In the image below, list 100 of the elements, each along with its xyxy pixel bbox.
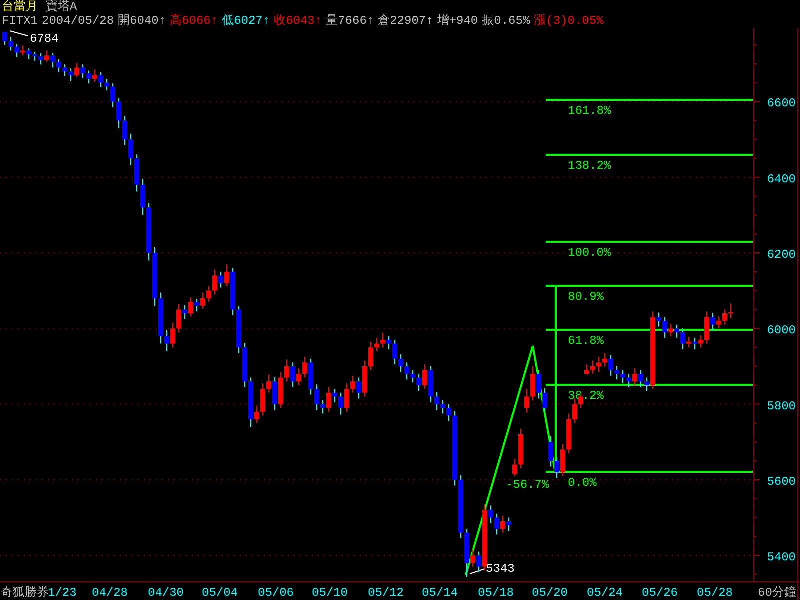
candlestick [254,406,260,424]
date-axis-label: 05/06 [258,586,294,600]
candlestick [572,398,578,424]
candlestick [602,352,608,367]
date-axis-label: 05/20 [532,586,568,600]
fibonacci-label: 138.2% [568,159,612,173]
candlestick [56,58,62,73]
candlestick [44,50,50,63]
candlestick [614,366,620,380]
quote-field: 高6066↑ [170,14,218,28]
candlestick [698,334,704,348]
candlestick [326,386,332,412]
candlestick [590,360,596,375]
candlestick [98,72,104,88]
candlestick [266,374,272,394]
candlestick [656,312,662,328]
candlestick [2,32,8,46]
candlestick [680,328,686,350]
candlestick [416,374,422,392]
date-axis-label: 05/12 [368,586,404,600]
candlestick [686,336,692,348]
candlestick [116,97,122,129]
candlestick [80,64,86,79]
candlestick [338,392,344,416]
candlestick [26,48,32,60]
high-price-label: 6784 [30,32,59,46]
candlestick [194,298,200,312]
candlestick [542,388,548,412]
candlestick [704,311,710,344]
candlestick [434,392,440,410]
price-axis-label: 5800 [767,399,796,414]
candlestick [626,374,632,388]
candlestick [710,313,716,332]
candlestick [350,375,356,394]
candlestick [386,336,392,350]
candlestick [206,286,212,303]
candlestick [632,368,638,386]
candlestick [392,339,398,366]
candlestick [620,370,626,384]
candlestick [560,443,566,477]
candlestick [668,324,674,337]
candlestick [488,505,494,524]
fibonacci-label: 80.9% [568,290,604,304]
candlestick [608,354,614,376]
candlestick [494,513,500,536]
candlestick [164,330,170,352]
candlestick [674,324,680,339]
candlestick [476,551,482,574]
candlestick [62,64,68,77]
candlestick [344,382,350,412]
candlestick [512,458,518,477]
quote-field: 振0.65% [482,14,530,28]
candlestick [380,332,386,348]
candlestick [374,338,380,352]
candlestick [74,62,80,78]
candlestick [218,271,224,288]
quote-field: 低6027↑ [222,14,270,28]
candlestick [224,264,230,287]
candlestick [530,366,536,401]
candlestick [524,388,530,414]
price-axis-label: 5600 [767,474,796,489]
candlestick [548,436,554,468]
low-price-label: 5343 [486,562,515,576]
date-axis-label: 05/28 [697,586,734,600]
candlestick [176,304,182,333]
candlestick [638,370,644,388]
candlestick [50,52,56,68]
candlestick [500,515,506,534]
leader-line [10,30,28,36]
candlestick [422,364,428,390]
candlestick [20,45,26,56]
period-label: 60分鐘 [758,586,796,600]
candlestick [68,68,74,82]
candlestick [38,52,44,66]
candlestick [506,517,512,532]
candlestick [296,368,302,386]
price-axis-label: 6400 [767,172,796,186]
contract-title: 台當月 [2,0,38,14]
candlestick [446,404,452,422]
price-axis-label: 5400 [767,550,796,565]
candlestick [86,70,92,84]
date-axis-label: 05/14 [422,586,458,600]
candlestick [692,338,698,350]
candlestick [536,370,542,400]
candlestick [200,292,206,310]
candlestick [128,133,134,166]
candlestick [104,78,110,91]
quote-field: 量7666↑ [326,14,374,28]
candlestick [554,456,560,479]
candlestick [182,304,188,320]
candlestick [320,400,326,414]
candlestick [188,297,194,318]
price-axis-label: 6600 [767,96,796,111]
candlestick [212,270,218,296]
quote-field: 2004/05/28 [42,14,114,28]
candlestick [368,341,374,371]
quote-field: 開6040↑ [118,14,166,28]
fibonacci-label: 100.0% [568,246,612,260]
candlestick [404,362,410,380]
candlestick [440,400,446,414]
